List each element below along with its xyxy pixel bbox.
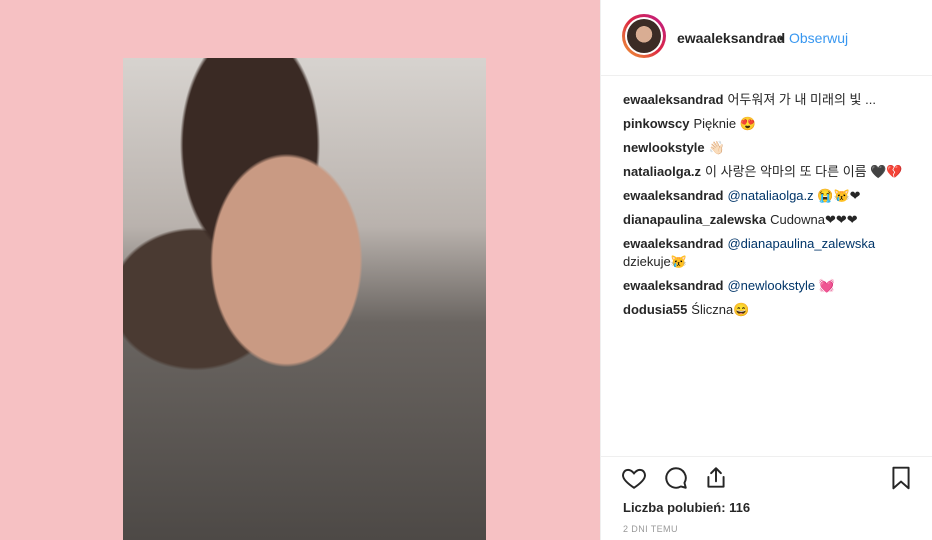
instagram-post: ewaaleksandrad • Obserwuj ewaaleksandrad…: [0, 0, 932, 540]
share-icon[interactable]: [703, 465, 729, 491]
username-link[interactable]: ewaaleksandrad: [677, 30, 785, 46]
comment-text: 이 사랑은 악마의 또 다른 이름 🖤💔: [705, 164, 903, 179]
comment-text: Pięknie 😍: [693, 116, 756, 131]
comment-username[interactable]: ewaaleksandrad: [623, 92, 723, 107]
comment-text: 👋🏻: [708, 140, 725, 155]
comment-text: Cudowna❤❤❤: [770, 212, 858, 227]
comment-text: 어두워져 가 내 미래의 빛 ...: [727, 92, 876, 107]
comment-username[interactable]: ewaaleksandrad: [623, 236, 723, 251]
comment-mention[interactable]: @newlookstyle: [727, 278, 815, 293]
comment-username[interactable]: ewaaleksandrad: [623, 188, 723, 203]
bookmark-icon[interactable]: [888, 465, 914, 491]
post-media-area: [0, 0, 600, 540]
comment-mention[interactable]: @dianapaulina_zalewska: [727, 236, 875, 251]
comment: nataliaolga.z 이 사랑은 악마의 또 다른 이름 🖤💔: [623, 163, 913, 181]
comments-list: ewaaleksandrad 어두워져 가 내 미래의 빛 ... pinkows…: [623, 91, 913, 325]
comment: ewaaleksandrad 어두워져 가 내 미래의 빛 ...: [623, 91, 913, 109]
comment-icon[interactable]: [663, 465, 689, 491]
comment: pinkowscy Pięknie 😍: [623, 115, 913, 133]
comment-text: 💓: [818, 278, 835, 293]
comment-username[interactable]: dodusia55: [623, 302, 687, 317]
comment-username[interactable]: ewaaleksandrad: [623, 278, 723, 293]
comment: ewaaleksandrad @newlookstyle 💓: [623, 277, 913, 295]
comment: newlookstyle 👋🏻: [623, 139, 913, 157]
post-sidebar: ewaaleksandrad • Obserwuj ewaaleksandrad…: [600, 0, 932, 540]
post-timestamp[interactable]: 2 DNI TEMU: [623, 524, 678, 534]
comment-username[interactable]: dianapaulina_zalewska: [623, 212, 766, 227]
post-header: ewaaleksandrad • Obserwuj: [601, 0, 932, 76]
comment-username[interactable]: nataliaolga.z: [623, 164, 701, 179]
comment: ewaaleksandrad @nataliaolga.z 😭😿❤: [623, 187, 913, 205]
comment-text: Śliczna😄: [691, 302, 750, 317]
follow-button[interactable]: Obserwuj: [789, 30, 848, 46]
comment-mention[interactable]: @nataliaolga.z: [727, 188, 813, 203]
comment-username[interactable]: pinkowscy: [623, 116, 689, 131]
comment: dodusia55 Śliczna😄: [623, 301, 913, 319]
likes-count[interactable]: Liczba polubień: 116: [623, 500, 750, 515]
comment-text: 😭😿❤: [817, 188, 861, 203]
comment: ewaaleksandrad @dianapaulina_zalewskadzie…: [623, 235, 913, 271]
post-photo[interactable]: [123, 58, 486, 540]
action-bar: [601, 456, 932, 500]
separator-dot: •: [779, 30, 784, 46]
heart-icon[interactable]: [621, 465, 647, 491]
comment-text: dziekuje😿: [623, 254, 687, 269]
comment: dianapaulina_zalewska Cudowna❤❤❤: [623, 211, 913, 229]
comment-username[interactable]: newlookstyle: [623, 140, 705, 155]
avatar[interactable]: [622, 14, 666, 58]
